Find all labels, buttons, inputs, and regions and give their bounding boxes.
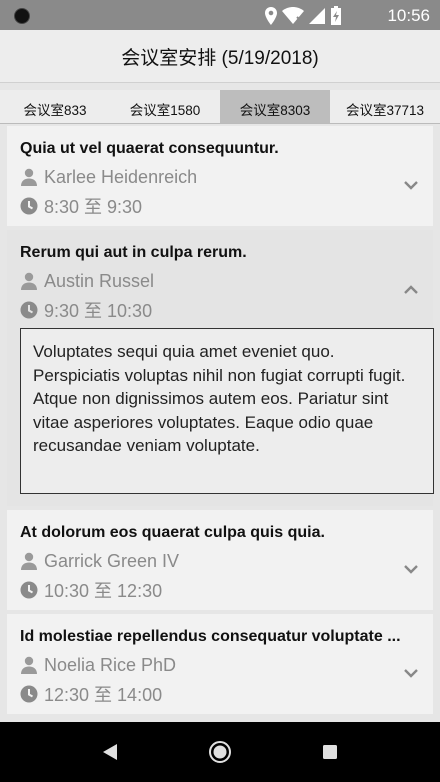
clock-icon	[20, 197, 38, 215]
person-icon	[21, 168, 37, 186]
location-icon	[265, 7, 277, 25]
tab-label: 会议室37713	[345, 103, 425, 118]
meeting-host: Garrick Green IV	[44, 550, 180, 571]
meeting-item[interactable]: At dolorum eos quaerat culpa quis quia. …	[7, 510, 433, 610]
meeting-item[interactable]: Quia ut vel quaerat consequuntur. Karlee…	[7, 126, 433, 226]
person-icon	[21, 656, 37, 674]
meeting-time: 10:30 至 12:30	[44, 581, 163, 601]
tab-room-37713[interactable]: 会议室37713	[330, 90, 440, 124]
meeting-title: Id molestiae repellendus consequatur vol…	[20, 628, 401, 645]
tab-label: 会议室833	[23, 103, 87, 118]
clock-icon	[20, 685, 38, 703]
clock-icon	[20, 581, 38, 599]
chevron-up-icon[interactable]	[403, 284, 419, 296]
meeting-description: Voluptates sequi quia amet eveniet quo. …	[20, 328, 434, 494]
meeting-title: At dolorum eos quaerat culpa quis quia.	[20, 524, 325, 541]
tab-room-8303[interactable]: 会议室8303	[220, 90, 330, 124]
status-bar: 10:56	[0, 0, 440, 30]
clock-icon	[20, 301, 38, 319]
home-icon[interactable]	[208, 740, 232, 764]
room-tabs: 会议室833 会议室1580 会议室8303 会议室37713	[0, 90, 440, 124]
tab-label: 会议室8303	[239, 103, 311, 118]
meeting-time: 12:30 至 14:00	[44, 685, 163, 705]
meeting-title: Quia ut vel quaerat consequuntur.	[20, 140, 279, 157]
tab-room-1580[interactable]: 会议室1580	[110, 90, 220, 124]
signal-icon	[309, 8, 325, 24]
battery-icon	[331, 6, 341, 25]
person-icon	[21, 552, 37, 570]
meeting-host: Noelia Rice PhD	[44, 654, 177, 675]
navigation-bar	[0, 722, 440, 782]
meeting-item[interactable]: Rerum qui aut in culpa rerum. Austin Rus…	[7, 230, 434, 506]
meeting-host: Austin Russel	[44, 270, 155, 291]
tab-label: 会议室1580	[129, 103, 201, 118]
back-icon[interactable]	[101, 743, 119, 761]
wifi-icon	[282, 7, 304, 24]
recent-apps-icon[interactable]	[322, 744, 338, 760]
meeting-time: 8:30 至 9:30	[44, 197, 143, 217]
tab-room-833[interactable]: 会议室833	[0, 90, 110, 124]
meeting-item[interactable]: Id molestiae repellendus consequatur vol…	[7, 614, 433, 714]
meeting-title: Rerum qui aut in culpa rerum.	[20, 244, 247, 261]
chevron-down-icon[interactable]	[403, 179, 419, 191]
chevron-down-icon[interactable]	[403, 563, 419, 575]
meeting-time: 9:30 至 10:30	[44, 301, 153, 321]
page-title: 会议室安排 (5/19/2018)	[121, 47, 319, 69]
chevron-down-icon[interactable]	[403, 667, 419, 679]
status-time: 10:56	[387, 6, 430, 25]
app-header: 会议室安排 (5/19/2018)	[0, 30, 440, 83]
person-icon	[21, 272, 37, 290]
camera-notification-icon	[14, 8, 30, 24]
status-icons	[264, 6, 342, 26]
meeting-host: Karlee Heidenreich	[44, 166, 198, 187]
